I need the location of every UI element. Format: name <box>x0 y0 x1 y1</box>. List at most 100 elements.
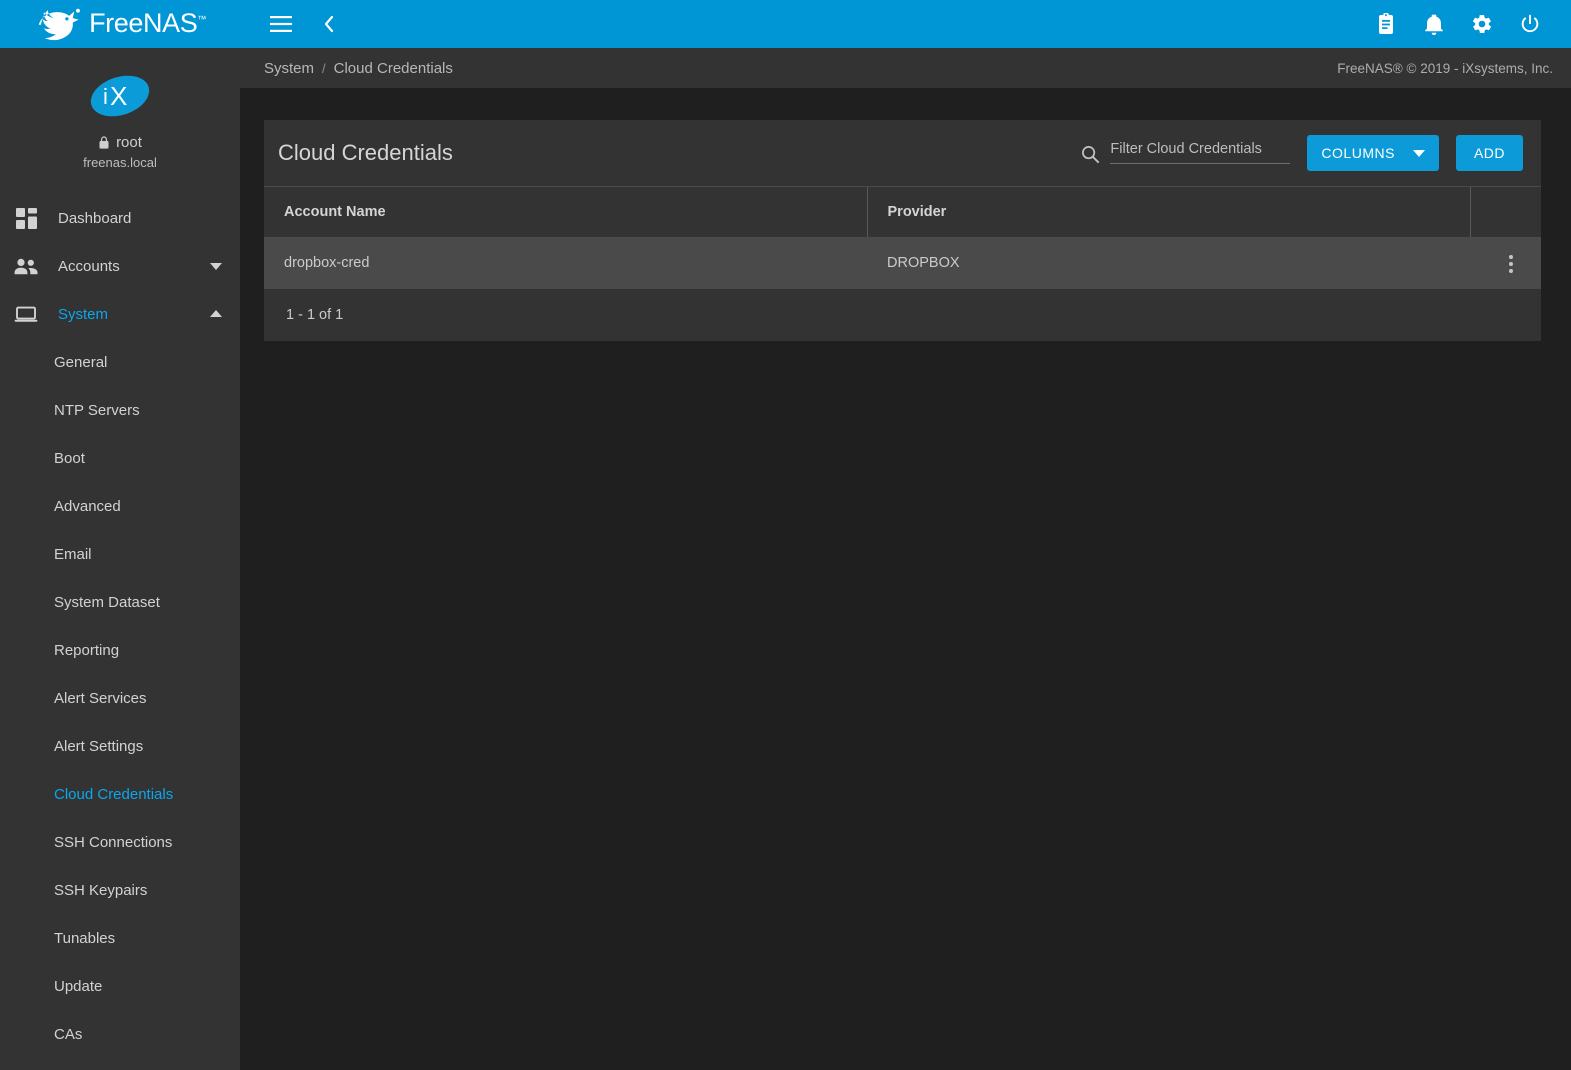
sidebar-subitem-ntp-servers[interactable]: NTP Servers <box>0 386 240 434</box>
sidebar-subitem-label: Alert Settings <box>54 737 144 755</box>
host-name: freenas.local <box>83 155 157 170</box>
freenas-fish-logo-icon <box>38 8 80 41</box>
sidebar-subitem-ssh-keypairs[interactable]: SSH Keypairs <box>0 866 240 914</box>
sidebar-subitem-label: Email <box>54 545 92 563</box>
cell-actions <box>1470 236 1541 289</box>
top-app-bar: FreeNAS™ <box>0 0 1571 48</box>
user-name: root <box>116 134 142 151</box>
sidebar-nav: Dashboard Accounts System General NTP Se… <box>0 186 240 1058</box>
sidebar-item-system[interactable]: System <box>0 290 240 338</box>
sidebar-item-accounts[interactable]: Accounts <box>0 242 240 290</box>
columns-button-label: COLUMNS <box>1321 145 1395 161</box>
hamburger-glyph <box>270 16 292 32</box>
app-shell: i X root freenas.local Dashboard Account… <box>0 48 1571 1070</box>
sidebar-subitem-alert-services[interactable]: Alert Services <box>0 674 240 722</box>
sidebar-subitem-system-dataset[interactable]: System Dataset <box>0 578 240 626</box>
power-icon[interactable] <box>1513 7 1547 41</box>
column-header-account-name[interactable]: Account Name <box>264 186 867 237</box>
more-vertical-icon[interactable] <box>1501 250 1521 278</box>
column-header-actions <box>1469 186 1541 237</box>
sidebar-subitem-ssh-connections[interactable]: SSH Connections <box>0 818 240 866</box>
sidebar: i X root freenas.local Dashboard Account… <box>0 48 240 1070</box>
card-header: Cloud Credentials COLUMNS <box>264 120 1541 186</box>
add-button[interactable]: ADD <box>1455 135 1523 171</box>
chevron-down-icon <box>210 263 222 270</box>
sidebar-subitem-advanced[interactable]: Advanced <box>0 482 240 530</box>
people-icon <box>14 254 38 278</box>
sidebar-subitem-label: System Dataset <box>54 593 160 611</box>
sidebar-subitem-label: Cloud Credentials <box>54 785 174 803</box>
sidebar-subitem-cas[interactable]: CAs <box>0 1010 240 1058</box>
clipboard-glyph <box>1378 12 1393 34</box>
brand-name: FreeNAS™ <box>89 7 206 38</box>
page-title: Cloud Credentials <box>278 140 453 165</box>
sidebar-subitem-general[interactable]: General <box>0 338 240 386</box>
svg-text:X: X <box>110 81 127 111</box>
bell-icon[interactable] <box>1417 7 1451 41</box>
chevron-left-icon[interactable] <box>312 7 346 41</box>
cloud-credentials-table: Account Name Provider dropbox-cred DROPB… <box>264 186 1541 289</box>
search-icon[interactable] <box>1081 145 1100 164</box>
main-content: System / Cloud Credentials FreeNAS® © 20… <box>240 48 1571 1070</box>
sidebar-subitem-label: SSH Keypairs <box>54 881 148 899</box>
copyright-text: FreeNAS® © 2019 - iXsystems, Inc. <box>1337 60 1553 76</box>
user-info-block: i X root freenas.local <box>0 48 240 186</box>
sidebar-subitem-label: Update <box>54 977 103 995</box>
filter-search <box>1081 140 1291 166</box>
sidebar-item-label: Accounts <box>58 257 120 275</box>
dashboard-grid-icon <box>14 206 38 230</box>
sidebar-subitem-email[interactable]: Email <box>0 530 240 578</box>
logged-in-user: root <box>98 134 142 151</box>
sidebar-subitem-label: SSH Connections <box>54 833 173 851</box>
columns-button[interactable]: COLUMNS <box>1307 135 1439 171</box>
sidebar-item-label: Dashboard <box>58 209 132 227</box>
add-button-label: ADD <box>1473 145 1505 161</box>
sidebar-subitem-label: Reporting <box>54 641 120 659</box>
breadcrumb-root[interactable]: System <box>264 60 314 77</box>
search-field-wrapper <box>1110 140 1291 164</box>
sidebar-subitem-label: Tunables <box>54 929 116 947</box>
cloud-credentials-card: Cloud Credentials COLUMNS <box>264 120 1541 341</box>
chevron-left-glyph <box>324 15 334 33</box>
sidebar-item-dashboard[interactable]: Dashboard <box>0 194 240 242</box>
power-glyph <box>1521 14 1539 33</box>
gear-glyph <box>1472 15 1492 33</box>
column-header-provider[interactable]: Provider <box>866 186 1470 237</box>
clipboard-icon[interactable] <box>1369 7 1403 41</box>
sidebar-subitem-alert-settings[interactable]: Alert Settings <box>0 722 240 770</box>
sidebar-subitem-reporting[interactable]: Reporting <box>0 626 240 674</box>
bell-glyph <box>1425 13 1443 35</box>
laptop-icon <box>14 302 38 326</box>
sidebar-subitem-update[interactable]: Update <box>0 962 240 1010</box>
people-glyph <box>14 258 38 274</box>
sidebar-subitem-label: CAs <box>54 1025 83 1043</box>
svg-text:i: i <box>103 84 108 109</box>
cell-provider: DROPBOX <box>867 236 1470 289</box>
brand-logo-area[interactable]: FreeNAS™ <box>0 0 240 48</box>
laptop-glyph <box>14 306 38 322</box>
sidebar-subitem-label: Boot <box>54 449 85 467</box>
sidebar-subitem-label: General <box>54 353 108 371</box>
search-input[interactable] <box>1110 141 1291 157</box>
sidebar-item-label: System <box>58 305 109 323</box>
page-content: Cloud Credentials COLUMNS <box>240 88 1571 1070</box>
sidebar-subitem-boot[interactable]: Boot <box>0 434 240 482</box>
pagination-status: 1 - 1 of 1 <box>286 306 344 323</box>
sidebar-subitem-cloud-credentials[interactable]: Cloud Credentials <box>0 770 240 818</box>
breadcrumb-bar: System / Cloud Credentials FreeNAS® © 20… <box>240 48 1571 88</box>
breadcrumb-separator: / <box>322 60 326 76</box>
ixsystems-logo-icon: i X <box>90 75 150 117</box>
dashboard-grid-glyph <box>15 207 37 229</box>
sidebar-subitem-tunables[interactable]: Tunables <box>0 914 240 962</box>
cell-account-name: dropbox-cred <box>264 236 867 289</box>
lock-icon <box>99 135 109 149</box>
chevron-up-icon <box>210 310 222 317</box>
sidebar-subitem-label: Advanced <box>54 497 121 515</box>
gear-icon[interactable] <box>1465 7 1499 41</box>
hamburger-icon[interactable] <box>264 7 298 41</box>
table-header-row: Account Name Provider <box>264 186 1541 237</box>
sidebar-subitem-label: Alert Services <box>54 689 147 707</box>
card-header-tools: COLUMNS ADD <box>1081 135 1523 171</box>
sidebar-subitem-label: NTP Servers <box>54 401 140 419</box>
table-row[interactable]: dropbox-cred DROPBOX <box>264 236 1541 289</box>
